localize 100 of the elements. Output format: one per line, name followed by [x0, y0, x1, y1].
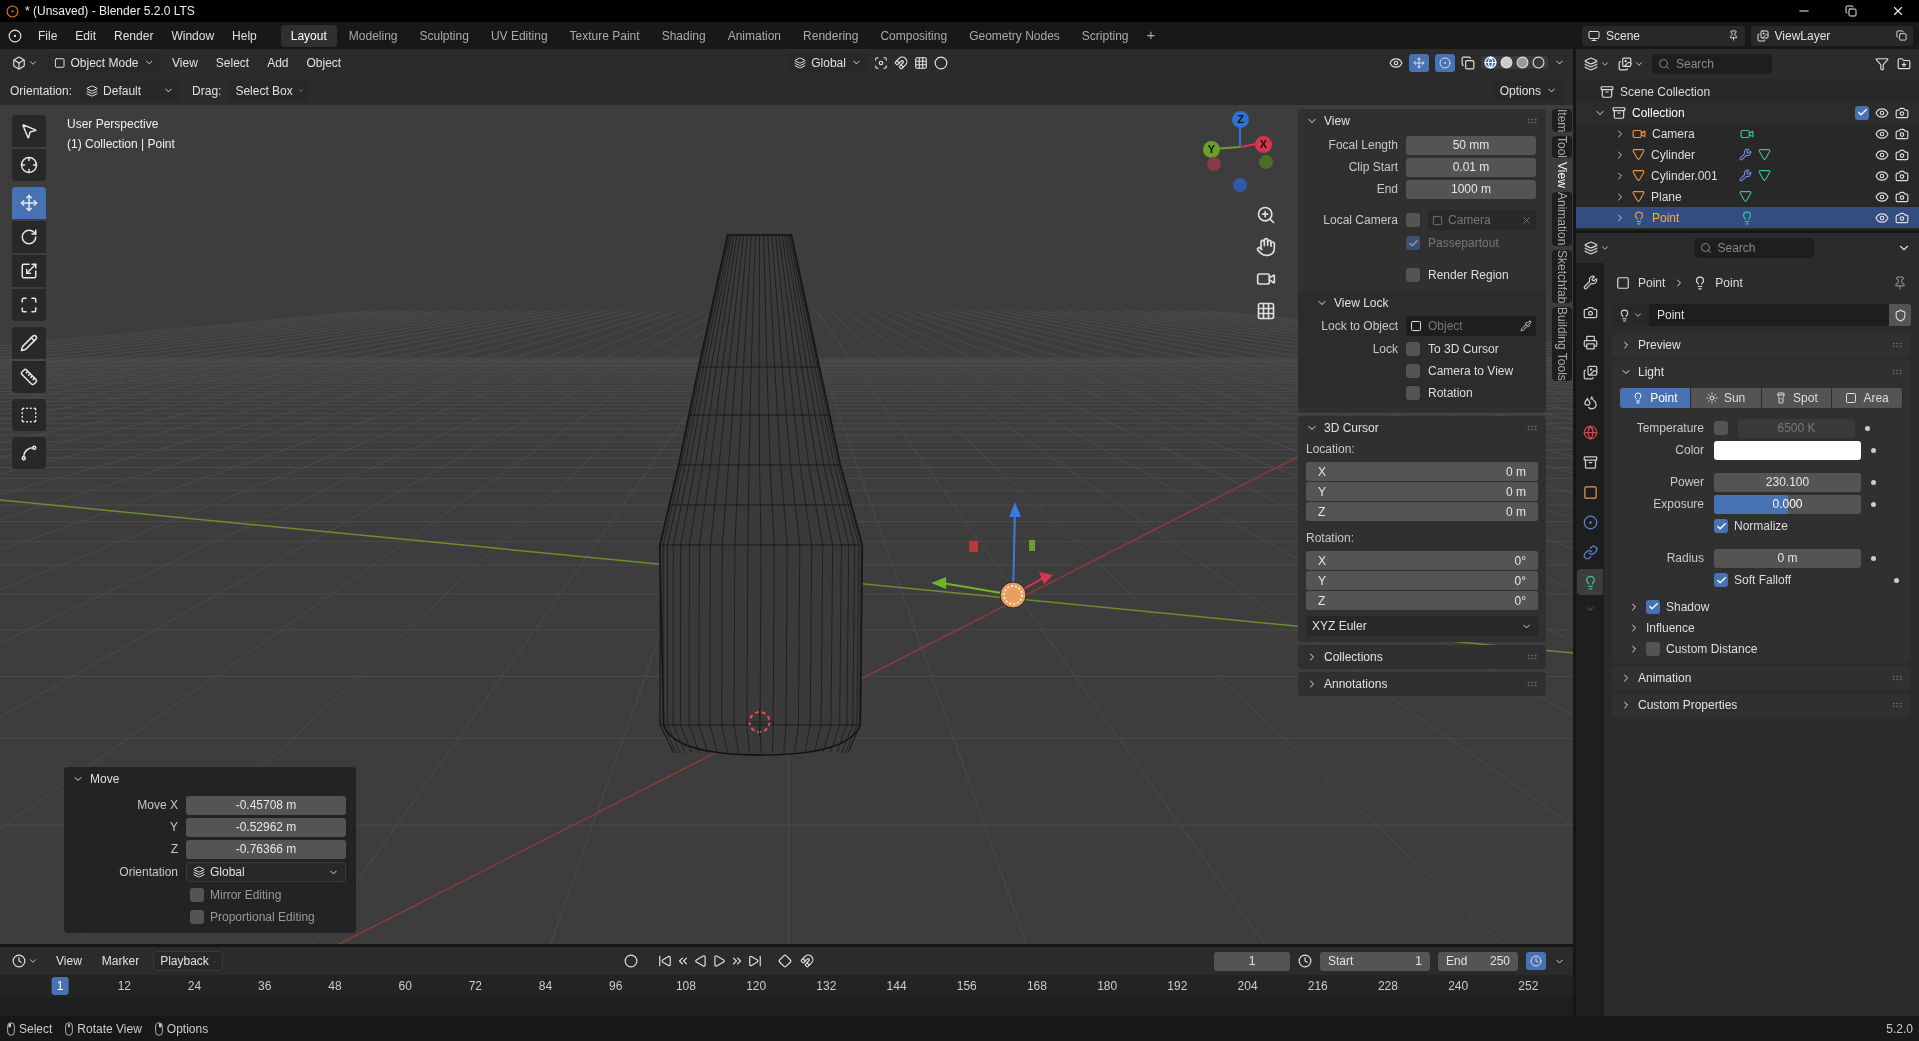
outliner-row[interactable]: Collection	[1576, 102, 1919, 123]
workspace-tab[interactable]: Rendering	[793, 24, 869, 47]
pan-icon[interactable]	[1256, 237, 1276, 257]
dropdown[interactable]: XYZ Euler	[1306, 616, 1538, 636]
checkbox[interactable]	[1855, 105, 1869, 120]
color-swatch[interactable]	[1714, 440, 1861, 460]
number-field[interactable]: Z 0 m	[1306, 502, 1538, 521]
dropdown[interactable]: Playback	[153, 951, 224, 971]
play-reverse-icon[interactable]	[693, 954, 708, 968]
dropdown[interactable]: Options	[1493, 80, 1563, 101]
number-field[interactable]: -0.76366 m	[186, 839, 346, 859]
workspace-tab[interactable]: Compositing	[870, 24, 958, 47]
camera-icon[interactable]	[1895, 147, 1909, 162]
subpanel-title[interactable]: Custom Distance	[1666, 639, 1758, 658]
zoom-icon[interactable]	[1256, 205, 1276, 225]
workspace-tab[interactable]: Sculpting	[409, 24, 479, 47]
menu-item[interactable]: Render	[106, 26, 162, 45]
add-workspace-button[interactable]: +	[1140, 24, 1162, 47]
tool-button[interactable]	[12, 437, 46, 469]
keyframe-icon[interactable]	[777, 954, 792, 968]
number-field[interactable]: Z 0°	[1306, 591, 1538, 610]
xray-icon[interactable]	[1461, 55, 1475, 70]
checkbox[interactable]	[1714, 519, 1728, 533]
eye-icon[interactable]	[1875, 168, 1889, 183]
workspace-tab[interactable]: Animation	[717, 24, 792, 47]
camera-icon[interactable]	[1895, 168, 1909, 183]
number-field[interactable]: 1000 m	[1406, 179, 1536, 199]
workspace-tab[interactable]: Shading	[651, 24, 716, 47]
proportional-edit-icon[interactable]	[933, 55, 948, 70]
outliner-row[interactable]: Camera	[1576, 123, 1919, 144]
new-collection-icon[interactable]	[1897, 57, 1911, 71]
panel-header[interactable]: Light	[1612, 360, 1911, 384]
menu-item[interactable]: Marker	[95, 952, 146, 970]
number-field[interactable]: -0.52962 m	[186, 817, 346, 837]
outliner-row[interactable]: Scene Collection	[1576, 81, 1919, 102]
sidebar-tab[interactable]: Sketchfab	[1552, 249, 1572, 303]
snap-icon[interactable]	[799, 954, 814, 968]
light-type-tab[interactable]: Point	[1620, 388, 1691, 408]
panel-header[interactable]: Annotations	[1298, 672, 1546, 696]
eye-icon[interactable]	[1875, 147, 1889, 162]
wrench-icon[interactable]	[1739, 169, 1752, 182]
light-data-icon[interactable]	[1740, 210, 1754, 225]
number-field[interactable]: Y 0 m	[1306, 482, 1538, 501]
tool-button[interactable]	[12, 361, 46, 393]
camera-icon[interactable]	[1895, 189, 1909, 204]
editor-type-button[interactable]	[1584, 57, 1610, 71]
visibility-icon[interactable]	[1389, 55, 1403, 70]
number-field[interactable]: -0.45708 m	[186, 795, 346, 815]
record-icon[interactable]	[623, 954, 638, 968]
light-type-tab[interactable]: Area	[1832, 388, 1903, 408]
sidebar-tab[interactable]: Building Tools	[1552, 306, 1572, 381]
tool-button[interactable]	[12, 289, 46, 321]
number-field[interactable]: Y 0°	[1306, 571, 1538, 590]
tool-button[interactable]	[12, 115, 46, 147]
tool-button[interactable]	[12, 221, 46, 253]
eye-icon[interactable]	[1875, 210, 1889, 225]
workspace-tab[interactable]: Layout	[280, 24, 337, 47]
panel-header[interactable]: Preview	[1612, 333, 1911, 357]
camera-icon[interactable]	[1895, 126, 1909, 141]
camera-icon[interactable]	[1895, 105, 1909, 120]
menu-item[interactable]: Object	[300, 53, 348, 72]
workspace-tab[interactable]: UV Editing	[480, 24, 558, 47]
restore-icon[interactable]	[1845, 5, 1857, 17]
workspace-tab[interactable]: Scripting	[1071, 24, 1139, 47]
search-field[interactable]: Search	[1693, 238, 1814, 258]
sync-button[interactable]	[1526, 952, 1546, 970]
sidebar-tab[interactable]: Animation	[1552, 192, 1572, 246]
checkbox[interactable]	[1406, 342, 1420, 356]
light-type-tab[interactable]: Spot	[1761, 388, 1833, 408]
view-layer-selector[interactable]: ViewLayer	[1750, 25, 1913, 46]
fake-user-button[interactable]	[1889, 304, 1911, 326]
dropdown[interactable]: Object Mode	[48, 52, 160, 73]
mesh-data-icon[interactable]	[1758, 148, 1771, 161]
jump-start-icon[interactable]	[657, 954, 672, 968]
gizmo-toggle[interactable]	[1409, 53, 1429, 72]
workspace-tab[interactable]: Modeling	[338, 24, 408, 47]
checkbox[interactable]	[1406, 213, 1420, 227]
number-field[interactable]: 0.01 m	[1406, 157, 1536, 177]
panel-header[interactable]: View Lock	[1308, 291, 1546, 315]
number-field[interactable]: 230.100	[1714, 472, 1861, 492]
menu-item[interactable]: Edit	[67, 26, 105, 45]
outliner-row[interactable]: Plane	[1576, 186, 1919, 207]
checkbox[interactable]	[190, 910, 204, 924]
filter-icon[interactable]	[1875, 57, 1889, 71]
play-icon[interactable]	[711, 954, 726, 968]
sidebar-tab[interactable]: Tool	[1552, 136, 1572, 159]
clock-icon[interactable]	[1298, 954, 1312, 968]
checkbox[interactable]	[1714, 573, 1728, 587]
wrench-icon[interactable]	[1739, 148, 1752, 161]
tool-button[interactable]	[12, 327, 46, 359]
start-frame-field[interactable]: Start 1	[1320, 951, 1430, 971]
sidebar-tab[interactable]: Item	[1552, 109, 1572, 133]
eyedropper-icon[interactable]	[1520, 320, 1532, 332]
light-type-tab[interactable]: Sun	[1690, 388, 1762, 408]
menu-item[interactable]: Add	[261, 53, 295, 72]
workspace-tab[interactable]: Geometry Nodes	[959, 24, 1070, 47]
subpanel-title[interactable]: Influence	[1646, 618, 1695, 637]
menu-item[interactable]: View	[50, 952, 88, 970]
object-field[interactable]: Object	[1406, 316, 1536, 336]
menu-item[interactable]: Help	[224, 26, 265, 45]
